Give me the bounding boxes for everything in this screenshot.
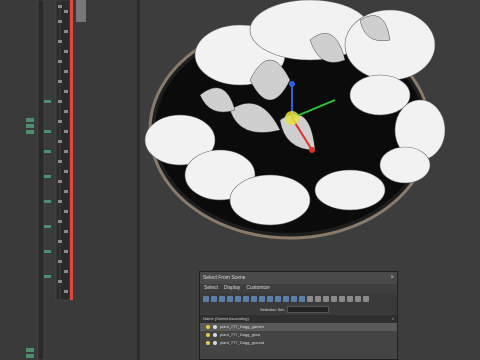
toolbar-icon[interactable] (331, 295, 337, 302)
selection-set-label: Selection Set: (260, 307, 285, 312)
toolbar-icon[interactable] (315, 295, 321, 302)
selection-set-row: Selection Set: (200, 304, 397, 315)
toolbar-icon[interactable] (291, 295, 297, 302)
schematic-nodes (26, 0, 86, 360)
list-header[interactable]: Name (Sorted Ascending) × (200, 315, 397, 323)
light-bulb-icon[interactable] (206, 333, 210, 337)
menu-select[interactable]: Select (204, 284, 218, 293)
close-icon[interactable]: × (392, 315, 394, 323)
toolbar-icon[interactable] (243, 295, 249, 302)
list-item[interactable]: plant_777_Dagg_garden (200, 323, 397, 331)
dialog-toolbar (200, 293, 397, 304)
toolbar-icon[interactable] (363, 295, 369, 302)
toolbar-icon[interactable] (203, 295, 209, 302)
list-header-label: Name (Sorted Ascending) (203, 316, 249, 321)
close-icon[interactable]: × (390, 272, 394, 284)
toolbar-icon[interactable] (275, 295, 281, 302)
selection-set-input[interactable] (286, 306, 329, 313)
list-item[interactable]: plant_777_Dagg_ground (200, 339, 397, 347)
toolbar-icon[interactable] (259, 295, 265, 302)
list-item[interactable]: plant_777_Dagg_grow (200, 331, 397, 339)
light-bulb-icon[interactable] (206, 325, 210, 329)
toolbar-icon[interactable] (283, 295, 289, 302)
toolbar-icon[interactable] (211, 295, 217, 302)
menu-display[interactable]: Display (224, 284, 240, 293)
toolbar-icon[interactable] (355, 295, 361, 302)
menu-customize[interactable]: Customize (246, 284, 270, 293)
toolbar-icon[interactable] (267, 295, 273, 302)
toolbar-icon[interactable] (299, 295, 305, 302)
select-from-scene-dialog[interactable]: Select From Scene × Select Display Custo… (199, 271, 398, 360)
toolbar-icon[interactable] (323, 295, 329, 302)
toolbar-icon[interactable] (227, 295, 233, 302)
eye-icon[interactable] (213, 333, 217, 337)
toolbar-icon[interactable] (219, 295, 225, 302)
toolbar-icon[interactable] (235, 295, 241, 302)
light-bulb-icon[interactable] (206, 341, 210, 345)
toolbar-icon[interactable] (307, 295, 313, 302)
toolbar-icon[interactable] (339, 295, 345, 302)
toolbar-icon[interactable] (251, 295, 257, 302)
dialog-title-bar[interactable]: Select From Scene × (200, 272, 397, 284)
dialog-menubar: Select Display Customize (200, 284, 397, 293)
schematic-view[interactable] (0, 0, 137, 360)
toolbar-icon[interactable] (347, 295, 353, 302)
list-item-label: plant_777_Dagg_garden (220, 324, 265, 329)
eye-icon[interactable] (213, 325, 217, 329)
list-item-label: plant_777_Dagg_grow (220, 332, 261, 337)
app-window: Select From Scene × Select Display Custo… (0, 0, 480, 360)
eye-icon[interactable] (213, 341, 217, 345)
dialog-title: Select From Scene (203, 275, 246, 281)
list-item-label: plant_777_Dagg_ground (220, 340, 265, 345)
